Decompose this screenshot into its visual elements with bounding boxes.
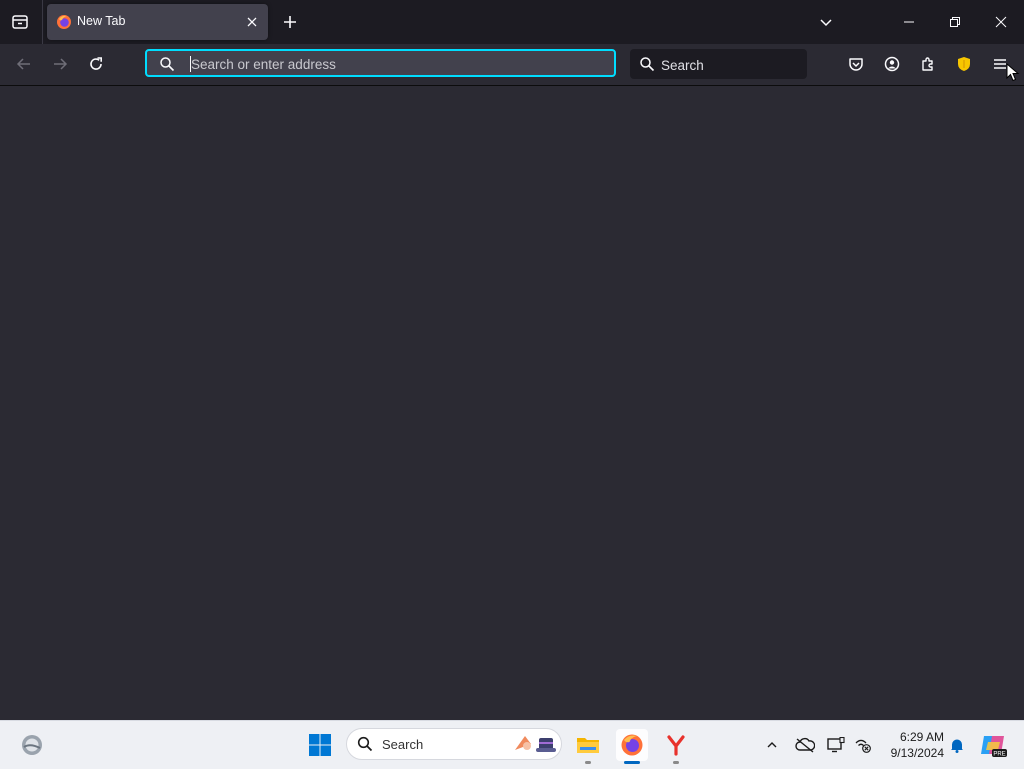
page-content — [0, 86, 1024, 720]
search-bar[interactable] — [630, 49, 807, 79]
back-button[interactable] — [10, 50, 38, 78]
search-input[interactable] — [659, 54, 803, 76]
network-tray-button[interactable] — [851, 733, 875, 757]
chevron-up-icon — [767, 742, 777, 748]
restore-button[interactable] — [941, 8, 969, 36]
restore-icon — [950, 17, 960, 27]
pocket-icon — [849, 58, 863, 71]
minimize-button[interactable] — [895, 8, 923, 36]
search-icon — [640, 57, 655, 72]
network-offline-icon — [855, 739, 871, 753]
pocket-button[interactable] — [842, 50, 870, 78]
cloud-offline-icon — [795, 737, 815, 753]
running-indicator — [673, 761, 679, 764]
running-indicator — [585, 761, 591, 764]
forward-button[interactable] — [46, 50, 74, 78]
address-bar[interactable] — [145, 49, 616, 77]
search-icon — [357, 736, 373, 752]
onedrive-tray-button[interactable] — [793, 733, 817, 757]
minimize-icon — [904, 21, 914, 23]
close-icon — [995, 16, 1007, 28]
search-highlight-illustration-icon — [515, 736, 556, 752]
clock-time: 6:29 AM — [899, 730, 944, 744]
reload-icon — [90, 57, 102, 70]
taskbar-search-label: Search — [382, 737, 424, 752]
widgets-icon — [22, 735, 42, 755]
start-button[interactable] — [304, 729, 336, 761]
firefox-view-icon — [12, 15, 28, 29]
plus-icon — [284, 16, 296, 28]
copilot-icon[interactable]: PRE — [978, 730, 1008, 760]
firefox-view-button[interactable] — [6, 8, 34, 36]
taskbar: Search 6:29 AM 9/13/2024 PRE — [0, 720, 1024, 769]
display-tray-button[interactable] — [824, 733, 848, 757]
window-close-button[interactable] — [987, 8, 1015, 36]
widgets-button[interactable] — [16, 729, 48, 761]
svg-text:PRE: PRE — [993, 752, 1005, 758]
firefox-taskbar-button[interactable] — [616, 729, 648, 764]
navigation-toolbar — [0, 44, 1024, 114]
monitor-icon — [827, 737, 845, 753]
address-input[interactable] — [189, 53, 613, 75]
firefox-icon — [621, 734, 643, 756]
yandex-browser-icon — [667, 735, 685, 756]
hamburger-menu-icon — [994, 59, 1006, 69]
windows-logo-icon — [309, 734, 331, 756]
arrow-right-icon — [54, 58, 68, 70]
puzzle-icon — [922, 57, 933, 71]
tab-strip: New Tab — [0, 0, 1024, 44]
yandex-browser-button[interactable] — [660, 729, 692, 764]
notifications-button[interactable] — [945, 733, 969, 757]
extensions-button[interactable] — [914, 50, 942, 78]
firefox-icon — [57, 15, 71, 29]
tab-new-tab[interactable]: New Tab — [47, 4, 268, 40]
search-icon — [160, 57, 175, 72]
show-hidden-icons-button[interactable] — [760, 733, 784, 757]
text-caret — [190, 56, 191, 72]
clock-date: 9/13/2024 — [890, 746, 944, 760]
new-tab-button[interactable] — [278, 10, 302, 34]
mouse-pointer-icon — [1006, 63, 1020, 82]
chevron-down-icon — [820, 19, 832, 27]
active-indicator — [624, 761, 640, 764]
system-clock[interactable]: 6:29 AM 9/13/2024 — [880, 729, 944, 761]
bell-icon — [951, 739, 963, 753]
close-icon — [247, 17, 257, 27]
shield-icon — [958, 57, 970, 71]
reload-button[interactable] — [82, 50, 110, 78]
tab-title: New Tab — [77, 14, 126, 28]
taskbar-search[interactable]: Search — [346, 728, 562, 760]
file-explorer-icon — [577, 738, 599, 753]
list-all-tabs-button[interactable] — [815, 11, 837, 33]
tab-strip-divider — [42, 0, 43, 44]
adblock-extension-button[interactable] — [950, 50, 978, 78]
arrow-left-icon — [16, 58, 30, 70]
account-icon — [884, 56, 900, 72]
account-button[interactable] — [878, 50, 906, 78]
tab-close-button[interactable] — [243, 13, 261, 31]
file-explorer-button[interactable] — [572, 729, 604, 764]
